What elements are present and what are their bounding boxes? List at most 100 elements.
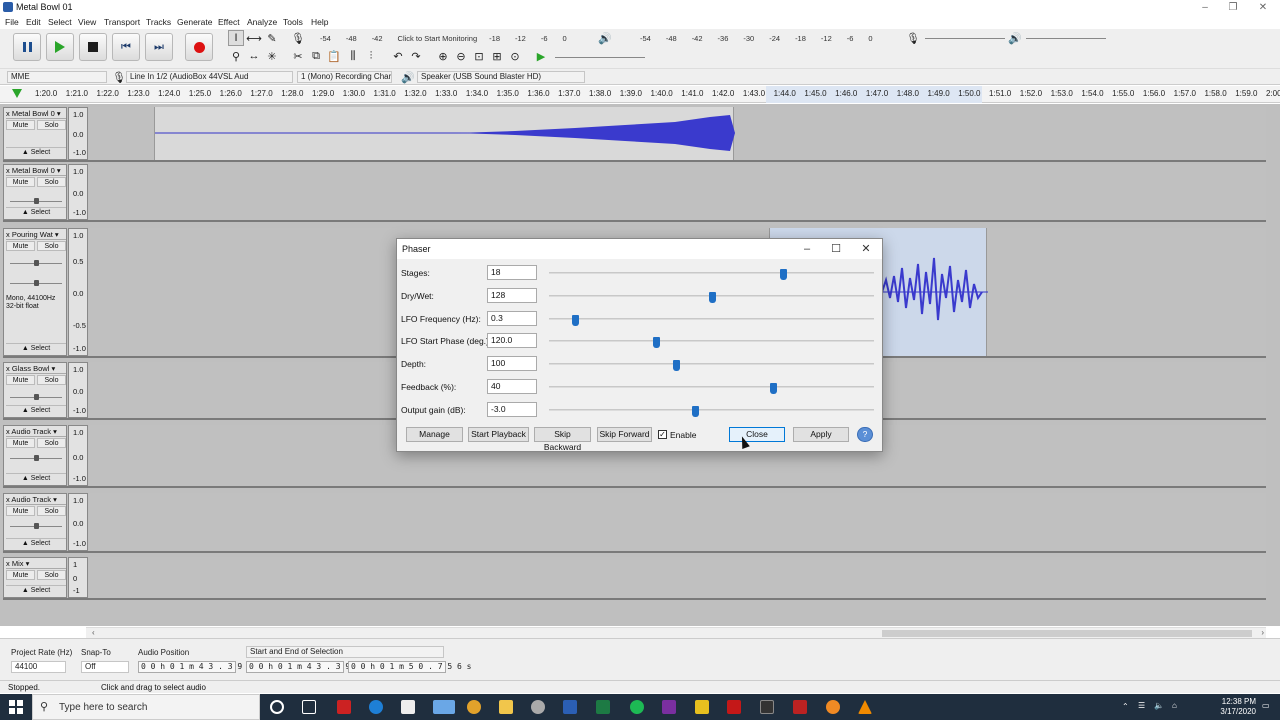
track-select-button[interactable]: ▲ Select	[6, 585, 66, 595]
mute-button[interactable]: Mute	[6, 438, 35, 448]
mute-button[interactable]: Mute	[6, 241, 35, 251]
apply-button[interactable]: Apply	[793, 427, 849, 442]
zoom-out-icon[interactable]: ⊖	[453, 48, 469, 64]
undo-icon[interactable]: ↶	[390, 48, 406, 64]
skip-to-start-button[interactable]: ⏮	[112, 33, 140, 61]
playback-device-select[interactable]: Speaker (USB Sound Blaster HD)	[417, 71, 585, 83]
draw-tool-icon[interactable]: ✎	[264, 30, 280, 46]
enable-checkbox[interactable]: ✓	[658, 430, 667, 439]
dialog-minimize-icon[interactable]: –	[793, 241, 821, 257]
horizontal-scrollbar[interactable]: ‹ ›	[86, 627, 1266, 638]
zoom-in-icon[interactable]: ⊕	[435, 48, 451, 64]
depth-input[interactable]: 100	[487, 356, 537, 371]
mute-button[interactable]: Mute	[6, 177, 35, 187]
multi-tool-icon[interactable]: ✳	[264, 48, 280, 64]
timeline-ruler[interactable]: 1:20.0 1:21.0 1:22.0 1:23.0 1:24.0 1:25.0 1:26…	[0, 86, 1280, 103]
track-metal-bowl-1[interactable]: x Metal Bowl 0 ▾ Mute Solo ▲ Select 1.0 0…	[3, 107, 1266, 162]
cortana-icon[interactable]	[270, 700, 284, 714]
excel-icon[interactable]	[596, 700, 610, 714]
track-name-menu[interactable]: x Audio Track ▾	[6, 427, 66, 437]
solo-button[interactable]: Solo	[37, 570, 66, 580]
taskbar-search-box[interactable]: ⚲ Type here to search	[32, 694, 260, 720]
menu-tracks[interactable]: Tracks	[146, 17, 171, 27]
help-icon[interactable]: ?	[857, 427, 873, 442]
edge-browser-icon[interactable]	[369, 700, 383, 714]
task-view-icon[interactable]	[302, 700, 316, 714]
feedback-input[interactable]: 40	[487, 379, 537, 394]
selection-end-time[interactable]: 0 0 h 0 1 m 5 0 . 7 5 6 s	[348, 661, 471, 673]
clock-time[interactable]: 12:38 PM	[1206, 697, 1256, 706]
play-button[interactable]	[46, 33, 74, 61]
output-gain-slider[interactable]	[549, 406, 874, 417]
start-playback-button[interactable]: Start Playback	[468, 427, 529, 442]
lfo-start-phase-slider[interactable]	[549, 337, 874, 348]
menu-help[interactable]: Help	[311, 17, 328, 27]
track-name-menu[interactable]: x Metal Bowl 0 ▾	[6, 166, 66, 176]
track-select-button[interactable]: ▲ Select	[6, 207, 66, 217]
menu-effect[interactable]: Effect	[218, 17, 240, 27]
menu-edit[interactable]: Edit	[26, 17, 41, 27]
solo-button[interactable]: Solo	[37, 120, 66, 130]
settings-icon[interactable]	[531, 700, 545, 714]
minimize-icon[interactable]: –	[1190, 0, 1220, 15]
audacity-taskbar-icon[interactable]	[826, 700, 840, 714]
zoom-tool-icon[interactable]: ⚲	[228, 48, 244, 64]
menu-transport[interactable]: Transport	[104, 17, 140, 27]
selection-tool-icon[interactable]: I	[228, 30, 244, 46]
silence-icon[interactable]: ⫶	[363, 48, 379, 64]
sticky-notes-icon[interactable]	[695, 700, 709, 714]
audio-host-select[interactable]: MME	[7, 71, 107, 83]
stages-slider-thumb[interactable]	[780, 269, 787, 280]
solo-button[interactable]: Solo	[37, 241, 66, 251]
project-rate-select[interactable]: 44100	[11, 661, 66, 673]
pan-slider[interactable]	[10, 523, 62, 529]
store-icon[interactable]	[401, 700, 415, 714]
menu-analyze[interactable]: Analyze	[247, 17, 277, 27]
menu-view[interactable]: View	[78, 17, 96, 27]
audio-app-icon[interactable]	[337, 700, 351, 714]
acrobat-icon[interactable]	[727, 700, 741, 714]
selection-start-time[interactable]: 0 0 h 0 1 m 4 3 . 3 9 4 s	[246, 661, 369, 673]
audio-clip[interactable]	[154, 107, 735, 160]
fit-project-icon[interactable]: ⊞	[489, 48, 505, 64]
network-icon[interactable]: ⌂	[1172, 701, 1177, 710]
play-at-speed-slider[interactable]	[555, 57, 645, 58]
gain-slider[interactable]	[10, 260, 62, 266]
chrome-icon[interactable]	[467, 700, 481, 714]
copy-icon[interactable]: ⧉	[308, 48, 324, 64]
close-window-icon[interactable]: ✕	[1248, 0, 1278, 15]
manage-button[interactable]: Manage	[406, 427, 463, 442]
solo-button[interactable]: Solo	[37, 438, 66, 448]
mute-button[interactable]: Mute	[6, 375, 35, 385]
lfo-frequency-input[interactable]: 0.3	[487, 311, 537, 326]
recorder-app-icon[interactable]	[793, 700, 807, 714]
audio-position-time[interactable]: 0 0 h 0 1 m 4 3 . 3 9 4 s	[138, 661, 261, 673]
snap-to-select[interactable]: Off	[81, 661, 129, 673]
track-metal-bowl-2[interactable]: x Metal Bowl 0 ▾ Mute Solo ▲ Select 1.0 0…	[3, 164, 1266, 222]
track-name-menu[interactable]: x Audio Track ▾	[6, 495, 66, 505]
stop-button[interactable]	[79, 33, 107, 61]
menu-file[interactable]: File	[5, 17, 19, 27]
file-explorer-icon[interactable]	[499, 700, 513, 714]
track-select-button[interactable]: ▲ Select	[6, 147, 66, 157]
waveform-area[interactable]	[89, 493, 1266, 551]
recording-channels-select[interactable]: 1 (Mono) Recording Char	[297, 71, 392, 83]
menu-select[interactable]: Select	[48, 17, 72, 27]
weather-icon[interactable]	[433, 700, 455, 714]
track-select-button[interactable]: ▲ Select	[6, 538, 66, 548]
output-gain-input[interactable]: -3.0	[487, 402, 537, 417]
spotify-icon[interactable]	[630, 700, 644, 714]
redo-icon[interactable]: ↷	[408, 48, 424, 64]
track-mix[interactable]: x Mix ▾ Mute Solo ▲ Select 1 0 -1	[3, 557, 1266, 600]
feedback-slider-thumb[interactable]	[770, 383, 778, 394]
scrollbar-thumb[interactable]	[882, 630, 1252, 637]
recording-device-select[interactable]: Line In 1/2 (AudioBox 44VSL Aud	[126, 71, 293, 83]
solo-button[interactable]: Solo	[37, 506, 66, 516]
dry-wet-slider-thumb[interactable]	[708, 292, 716, 303]
onenote-icon[interactable]	[662, 700, 676, 714]
mute-button[interactable]: Mute	[6, 506, 35, 516]
pan-slider[interactable]	[10, 198, 62, 204]
notifications-icon[interactable]: ▭	[1262, 701, 1270, 710]
word-icon[interactable]	[563, 700, 577, 714]
paste-icon[interactable]: 📋	[326, 48, 342, 64]
